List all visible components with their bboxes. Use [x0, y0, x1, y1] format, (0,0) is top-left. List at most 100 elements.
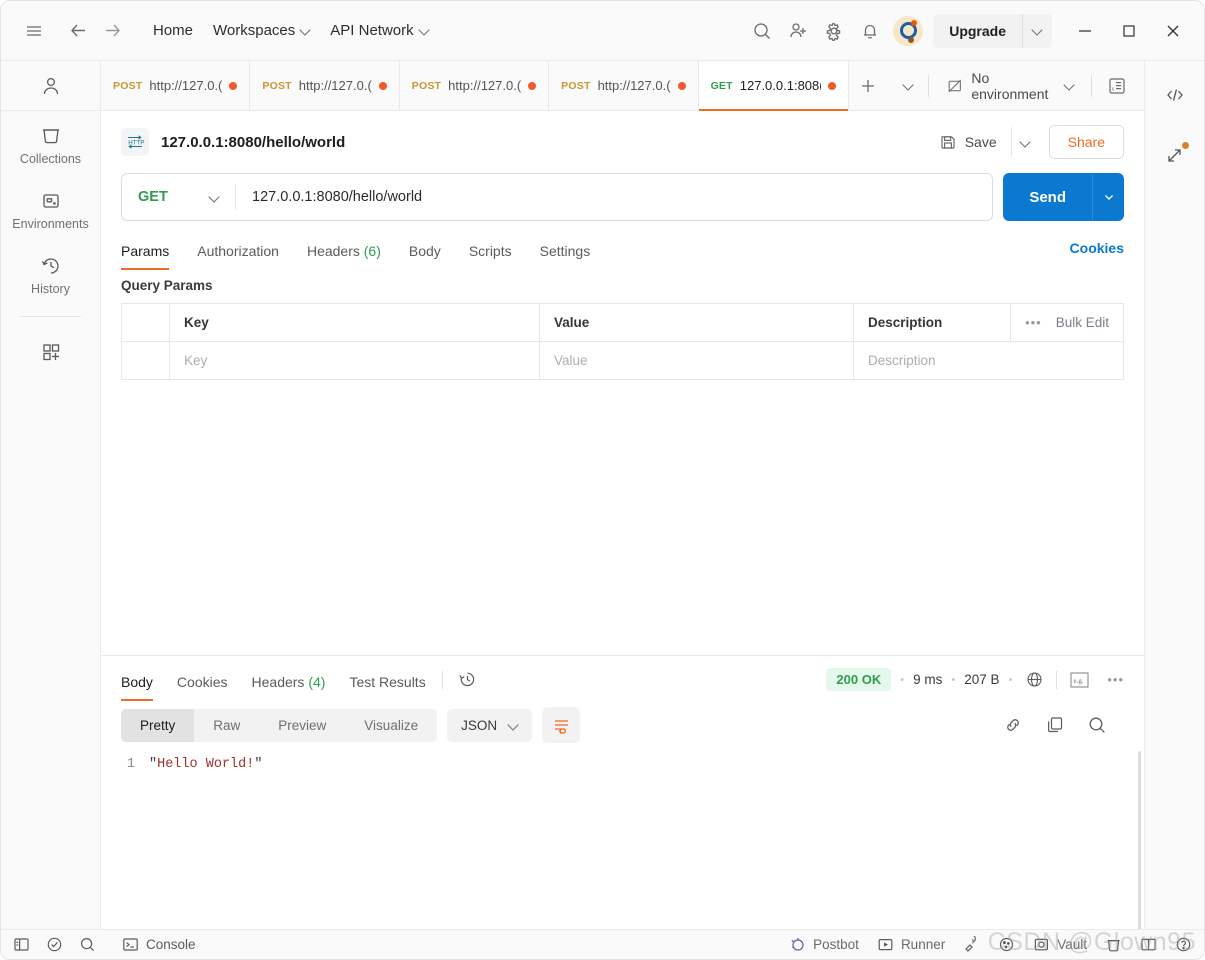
view-mode-raw[interactable]: Raw — [194, 709, 259, 742]
response-tab-headers[interactable]: Headers (4) — [252, 668, 326, 701]
hamburger-icon[interactable] — [17, 14, 51, 48]
request-tab-active[interactable]: GET 127.0.0.1:808( — [698, 61, 849, 111]
unsaved-dot-icon — [827, 81, 836, 90]
sidebar-item-environments[interactable]: Environments — [1, 176, 100, 241]
url-box: GET — [121, 173, 994, 221]
environment-selector[interactable]: No environment — [939, 64, 1081, 108]
view-mode-visualize[interactable]: Visualize — [345, 709, 437, 742]
copy-icon[interactable] — [1042, 713, 1068, 737]
home-link[interactable]: Home — [143, 16, 203, 45]
new-tab-button[interactable] — [849, 61, 889, 110]
more-dots-icon[interactable]: ••• — [1025, 315, 1042, 330]
tab-list-button[interactable] — [888, 61, 928, 110]
response-body[interactable]: 1 "Hello World!" — [101, 743, 1144, 931]
cookies-link[interactable]: Cookies — [1070, 240, 1124, 267]
search-icon[interactable] — [745, 14, 779, 48]
trash-icon[interactable] — [1105, 936, 1122, 953]
new-item-button[interactable] — [1, 327, 100, 373]
request-tab[interactable]: POST http://127.0.( — [399, 61, 550, 110]
bulk-edit-button[interactable]: Bulk Edit — [1056, 315, 1109, 330]
request-tab[interactable]: POST http://127.0.( — [549, 61, 699, 110]
upgrade-button[interactable]: Upgrade — [933, 14, 1022, 48]
invite-user-icon[interactable] — [781, 14, 815, 48]
two-pane-icon[interactable] — [1140, 936, 1157, 953]
sidebar-item-collections[interactable]: Collections — [1, 111, 100, 176]
main-panel: POST http://127.0.( POST http://127.0.( … — [101, 61, 1144, 931]
tab-headers[interactable]: Headers (6) — [307, 237, 381, 270]
value-input[interactable]: Value — [540, 342, 854, 379]
wrap-lines-icon[interactable] — [542, 707, 581, 743]
tab-params[interactable]: Params — [121, 237, 170, 270]
arrow-right-icon[interactable] — [95, 14, 129, 48]
response-tab-test-results[interactable]: Test Results — [349, 668, 425, 701]
table-row[interactable]: Key Value Description — [122, 342, 1123, 380]
view-mode-pretty[interactable]: Pretty — [121, 708, 195, 742]
response-tab-cookies[interactable]: Cookies — [177, 668, 228, 701]
check-circle-icon[interactable] — [46, 936, 63, 953]
right-rail — [1144, 61, 1204, 931]
cookies-icon[interactable] — [998, 936, 1015, 953]
key-input[interactable]: Key — [170, 342, 540, 379]
save-dropdown-button[interactable] — [1010, 127, 1039, 157]
send-options-button[interactable] — [1092, 173, 1124, 221]
environment-quicklook-icon[interactable]: x — [1102, 69, 1132, 103]
url-input[interactable] — [236, 174, 993, 220]
help-icon[interactable] — [1175, 936, 1192, 953]
method-selector[interactable]: GET — [122, 174, 235, 220]
row-checkbox-cell[interactable] — [122, 342, 170, 379]
tab-scripts[interactable]: Scripts — [469, 237, 512, 270]
response-scrollbar[interactable] — [1138, 751, 1141, 931]
avatar[interactable] — [893, 15, 924, 46]
title-bar-right: Upgrade — [745, 10, 1204, 52]
satellite-icon[interactable] — [963, 936, 980, 953]
api-network-menu[interactable]: API Network — [320, 16, 438, 45]
sidebar-toggle-icon[interactable] — [13, 936, 30, 953]
search-icon[interactable] — [1084, 713, 1110, 737]
tab-authorization[interactable]: Authorization — [197, 237, 279, 270]
close-button[interactable] — [1152, 10, 1194, 52]
sidebar-item-history[interactable]: History — [1, 241, 100, 306]
minimize-button[interactable] — [1064, 10, 1106, 52]
view-mode-preview[interactable]: Preview — [259, 709, 345, 742]
save-example-icon[interactable]: e.g. — [1066, 668, 1092, 692]
request-tab[interactable]: POST http://127.0.( — [101, 61, 251, 110]
workspaces-menu[interactable]: Workspaces — [203, 16, 320, 45]
rail-profile-button[interactable] — [1, 61, 100, 111]
gear-icon[interactable] — [817, 14, 851, 48]
tab-label: Body — [121, 674, 153, 690]
share-button[interactable]: Share — [1048, 125, 1124, 159]
console-button[interactable]: Console — [122, 936, 196, 953]
tab-settings[interactable]: Settings — [540, 237, 591, 270]
tab-body[interactable]: Body — [409, 237, 441, 270]
chevron-down-icon — [1021, 138, 1030, 147]
expand-collapse-icon[interactable] — [1157, 137, 1193, 173]
maximize-button[interactable] — [1108, 10, 1150, 52]
find-icon[interactable] — [79, 936, 96, 953]
tab-method: POST — [113, 79, 143, 92]
upgrade-dropdown-button[interactable] — [1022, 13, 1052, 48]
tab-label: Body — [408, 243, 441, 259]
postbot-button[interactable]: Postbot — [789, 936, 859, 953]
response-history-icon[interactable] — [455, 668, 481, 692]
description-input[interactable]: Description — [854, 342, 1123, 379]
send-button[interactable]: Send — [1003, 173, 1092, 221]
save-button[interactable]: Save — [929, 126, 1007, 158]
meta-separator: • — [900, 673, 905, 686]
response-meta: 200 OK • 9 ms • 207 B • e.g. ••• — [826, 668, 1124, 702]
sidebar-item-label: Collections — [19, 152, 82, 166]
request-title: 127.0.0.1:8080/hello/world — [161, 133, 346, 151]
format-selector[interactable]: JSON — [447, 708, 533, 742]
arrow-left-icon[interactable] — [61, 14, 95, 48]
response-tab-body[interactable]: Body — [121, 668, 153, 701]
runner-button[interactable]: Runner — [877, 936, 945, 953]
vault-button[interactable]: Vault — [1033, 936, 1087, 953]
globe-icon[interactable] — [1021, 668, 1047, 692]
svg-text:x: x — [1111, 86, 1114, 92]
bell-icon[interactable] — [853, 14, 887, 48]
link-icon[interactable] — [1000, 713, 1026, 737]
divider — [441, 670, 443, 689]
more-dots-icon[interactable]: ••• — [1107, 672, 1124, 687]
request-tab[interactable]: POST http://127.0.( — [250, 61, 400, 110]
save-label: Save — [964, 134, 997, 150]
code-snippet-icon[interactable] — [1157, 77, 1193, 113]
